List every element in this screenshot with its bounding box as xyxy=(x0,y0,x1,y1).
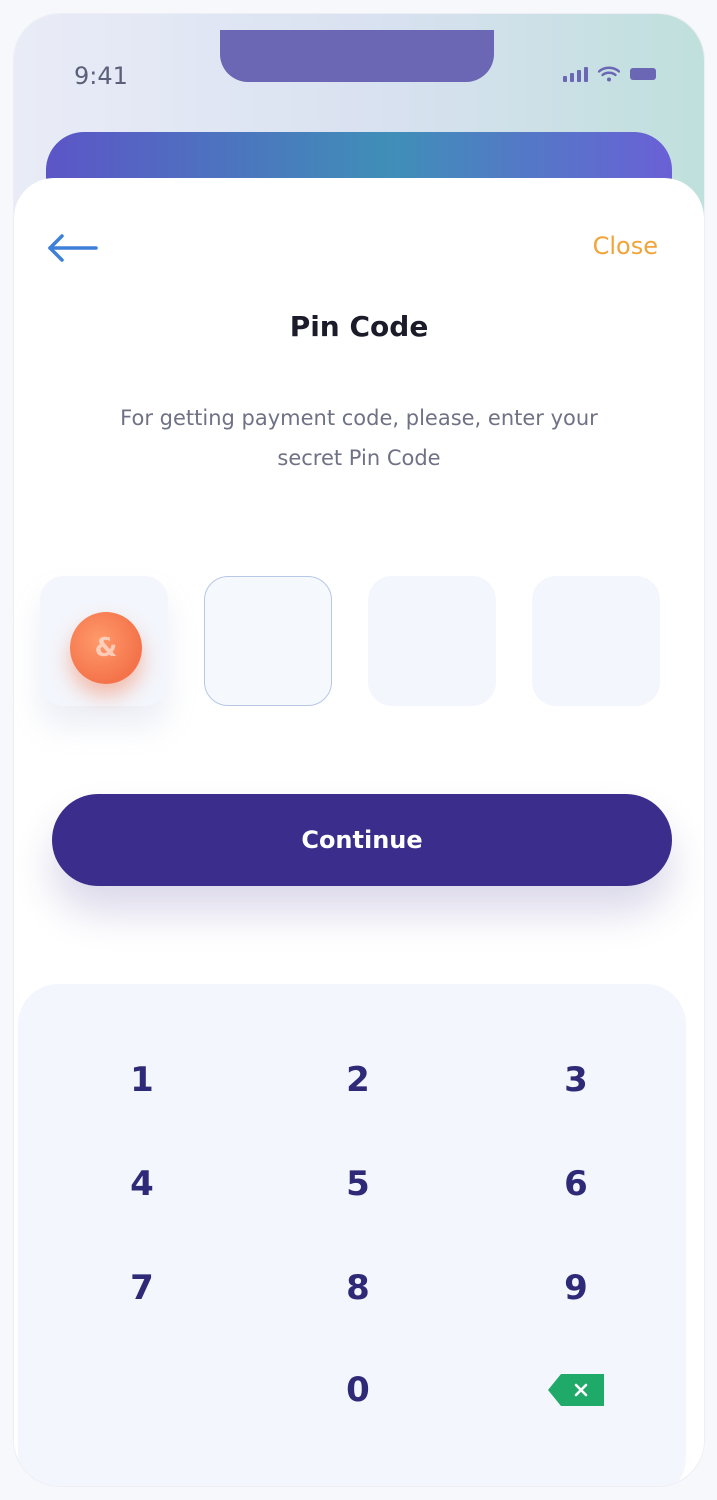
key-0[interactable]: 0 xyxy=(298,1350,418,1430)
pin-sheet: Close Pin Code For getting payment code,… xyxy=(14,178,704,1486)
pin-slot-3[interactable] xyxy=(368,576,496,706)
backspace-icon xyxy=(548,1374,604,1406)
key-1[interactable]: 1 xyxy=(82,1040,202,1120)
battery-icon xyxy=(630,68,656,80)
status-time: 9:41 xyxy=(74,62,128,90)
wifi-icon xyxy=(598,66,620,82)
key-8[interactable]: 8 xyxy=(298,1248,418,1328)
pin-filled-dot: & xyxy=(70,612,142,684)
delete-button[interactable] xyxy=(516,1350,636,1430)
page-title: Pin Code xyxy=(289,310,429,343)
back-button[interactable] xyxy=(44,228,100,268)
close-button[interactable]: Close xyxy=(593,232,658,260)
key-7[interactable]: 7 xyxy=(82,1248,202,1328)
key-9[interactable]: 9 xyxy=(516,1248,636,1328)
key-6[interactable]: 6 xyxy=(516,1144,636,1224)
key-2[interactable]: 2 xyxy=(298,1040,418,1120)
key-5[interactable]: 5 xyxy=(298,1144,418,1224)
signal-icon xyxy=(563,66,588,82)
arrow-left-icon xyxy=(48,234,98,262)
key-4[interactable]: 4 xyxy=(82,1144,202,1224)
pin-slot-1[interactable]: & xyxy=(40,576,168,706)
pin-slot-2[interactable] xyxy=(204,576,332,706)
number-keypad: 1 2 3 4 5 6 7 8 9 0 xyxy=(18,984,686,1486)
page-subtitle: For getting payment code, please, enter … xyxy=(120,406,598,470)
continue-button[interactable]: Continue xyxy=(52,794,672,886)
device-notch xyxy=(220,30,494,82)
pin-input[interactable]: & xyxy=(40,576,690,708)
status-icons xyxy=(563,66,656,82)
key-3[interactable]: 3 xyxy=(516,1040,636,1120)
pin-slot-4[interactable] xyxy=(532,576,660,706)
phone-frame: 9:41 Close Pin Code For getting payment … xyxy=(14,14,704,1486)
